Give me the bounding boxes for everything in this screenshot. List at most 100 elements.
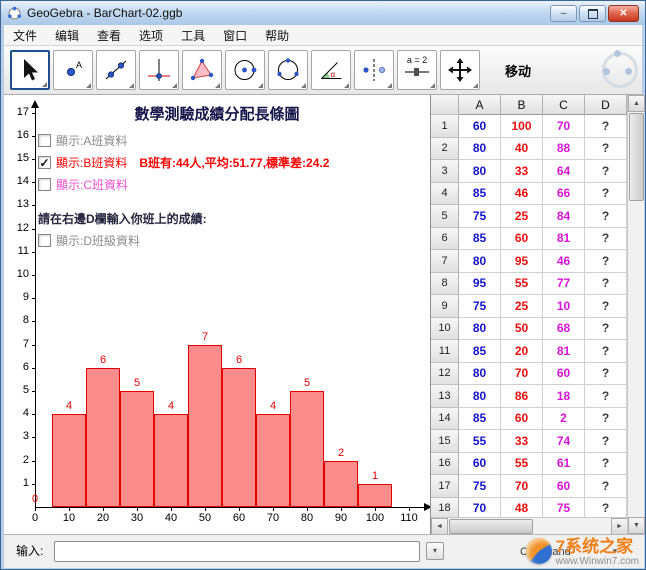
- cell-B1[interactable]: 100: [501, 115, 543, 138]
- row-header-8[interactable]: 8: [431, 273, 459, 296]
- tool-perpendicular-line[interactable]: [139, 50, 179, 90]
- corner-cell[interactable]: [431, 95, 459, 115]
- cell-D11[interactable]: ?: [585, 340, 627, 363]
- cell-A3[interactable]: 80: [459, 160, 501, 183]
- cell-C10[interactable]: 68: [543, 318, 585, 341]
- tool-slider[interactable]: a = 2: [397, 50, 437, 90]
- cell-A4[interactable]: 85: [459, 183, 501, 206]
- column-header-A[interactable]: A: [459, 95, 501, 115]
- cell-D17[interactable]: ?: [585, 475, 627, 498]
- cell-D1[interactable]: ?: [585, 115, 627, 138]
- cell-C1[interactable]: 70: [543, 115, 585, 138]
- checkbox-show-class-a[interactable]: [38, 134, 51, 147]
- cell-D15[interactable]: ?: [585, 430, 627, 453]
- tool-move-graphics-view[interactable]: [440, 50, 480, 90]
- tool-dropdown-icon[interactable]: [473, 83, 478, 88]
- menu-item-5[interactable]: 工具: [172, 25, 214, 46]
- tool-line-two-points[interactable]: [96, 50, 136, 90]
- cell-A12[interactable]: 80: [459, 363, 501, 386]
- row-header-18[interactable]: 18: [431, 498, 459, 518]
- cell-A17[interactable]: 75: [459, 475, 501, 498]
- cell-C3[interactable]: 64: [543, 160, 585, 183]
- cell-A8[interactable]: 95: [459, 273, 501, 296]
- cell-C6[interactable]: 81: [543, 228, 585, 251]
- menu-item-7[interactable]: 帮助: [256, 25, 298, 46]
- cell-C8[interactable]: 77: [543, 273, 585, 296]
- cell-C15[interactable]: 74: [543, 430, 585, 453]
- cell-C17[interactable]: 60: [543, 475, 585, 498]
- spreadsheet-vertical-scrollbar[interactable]: ▲ ▼: [627, 95, 644, 534]
- menu-item-6[interactable]: 窗口: [214, 25, 256, 46]
- scroll-up-button[interactable]: ▲: [628, 95, 645, 112]
- horizontal-scroll-thumb[interactable]: [449, 519, 533, 534]
- tool-dropdown-icon[interactable]: [258, 83, 263, 88]
- cell-B13[interactable]: 86: [501, 385, 543, 408]
- tool-dropdown-icon[interactable]: [430, 83, 435, 88]
- menu-item-4[interactable]: 选项: [130, 25, 172, 46]
- cell-B12[interactable]: 70: [501, 363, 543, 386]
- cell-C2[interactable]: 88: [543, 138, 585, 161]
- cell-B16[interactable]: 55: [501, 453, 543, 476]
- algebra-input[interactable]: [54, 541, 420, 562]
- cell-B4[interactable]: 46: [501, 183, 543, 206]
- cell-D3[interactable]: ?: [585, 160, 627, 183]
- row-header-12[interactable]: 12: [431, 363, 459, 386]
- cell-A7[interactable]: 80: [459, 250, 501, 273]
- cell-A13[interactable]: 80: [459, 385, 501, 408]
- cell-D4[interactable]: ?: [585, 183, 627, 206]
- cell-D10[interactable]: ?: [585, 318, 627, 341]
- cell-D9[interactable]: ?: [585, 295, 627, 318]
- row-header-15[interactable]: 15: [431, 430, 459, 453]
- cell-A10[interactable]: 80: [459, 318, 501, 341]
- checkbox-show-class-c[interactable]: [38, 178, 51, 191]
- input-history-button[interactable]: ▾: [426, 542, 444, 560]
- row-header-4[interactable]: 4: [431, 183, 459, 206]
- menu-item-1[interactable]: 文件: [4, 25, 46, 46]
- column-header-B[interactable]: B: [501, 95, 543, 115]
- cell-A1[interactable]: 60: [459, 115, 501, 138]
- row-header-17[interactable]: 17: [431, 475, 459, 498]
- row-header-9[interactable]: 9: [431, 295, 459, 318]
- tool-dropdown-icon[interactable]: [301, 83, 306, 88]
- tool-dropdown-icon[interactable]: [86, 83, 91, 88]
- cell-A18[interactable]: 70: [459, 498, 501, 518]
- cell-B5[interactable]: 25: [501, 205, 543, 228]
- row-header-10[interactable]: 10: [431, 318, 459, 341]
- tool-circle-center-point[interactable]: [225, 50, 265, 90]
- tool-dropdown-icon[interactable]: [42, 82, 47, 87]
- cell-C16[interactable]: 61: [543, 453, 585, 476]
- graphics-view[interactable]: 數學測驗成績分配長條圖 顯示:A班資料✓顯示:B班資料B班有:44人,平均:51…: [4, 95, 430, 534]
- cell-B11[interactable]: 20: [501, 340, 543, 363]
- minimize-button[interactable]: –: [550, 5, 577, 22]
- cell-A11[interactable]: 85: [459, 340, 501, 363]
- cell-A14[interactable]: 85: [459, 408, 501, 431]
- tool-angle[interactable]: α: [311, 50, 351, 90]
- cell-A16[interactable]: 60: [459, 453, 501, 476]
- row-header-6[interactable]: 6: [431, 228, 459, 251]
- cell-B15[interactable]: 33: [501, 430, 543, 453]
- cell-A15[interactable]: 55: [459, 430, 501, 453]
- tool-dropdown-icon[interactable]: [215, 83, 220, 88]
- cell-C11[interactable]: 81: [543, 340, 585, 363]
- cell-C9[interactable]: 10: [543, 295, 585, 318]
- cell-B3[interactable]: 33: [501, 160, 543, 183]
- cell-B9[interactable]: 25: [501, 295, 543, 318]
- cell-A5[interactable]: 75: [459, 205, 501, 228]
- row-header-11[interactable]: 11: [431, 340, 459, 363]
- cell-B8[interactable]: 55: [501, 273, 543, 296]
- tool-circle-three-points[interactable]: [268, 50, 308, 90]
- cell-B7[interactable]: 95: [501, 250, 543, 273]
- checkbox-show-class-d[interactable]: [38, 234, 51, 247]
- cell-B6[interactable]: 60: [501, 228, 543, 251]
- tool-dropdown-icon[interactable]: [344, 83, 349, 88]
- maximize-button[interactable]: [579, 5, 606, 22]
- row-header-14[interactable]: 14: [431, 408, 459, 431]
- tool-polygon[interactable]: [182, 50, 222, 90]
- row-header-7[interactable]: 7: [431, 250, 459, 273]
- scroll-down-button[interactable]: ▼: [628, 517, 645, 534]
- scroll-right-button[interactable]: ►: [611, 518, 628, 535]
- spreadsheet-horizontal-scrollbar[interactable]: ◄ ►: [431, 517, 628, 534]
- cell-B18[interactable]: 48: [501, 498, 543, 518]
- cell-C5[interactable]: 84: [543, 205, 585, 228]
- column-header-D[interactable]: D: [585, 95, 627, 115]
